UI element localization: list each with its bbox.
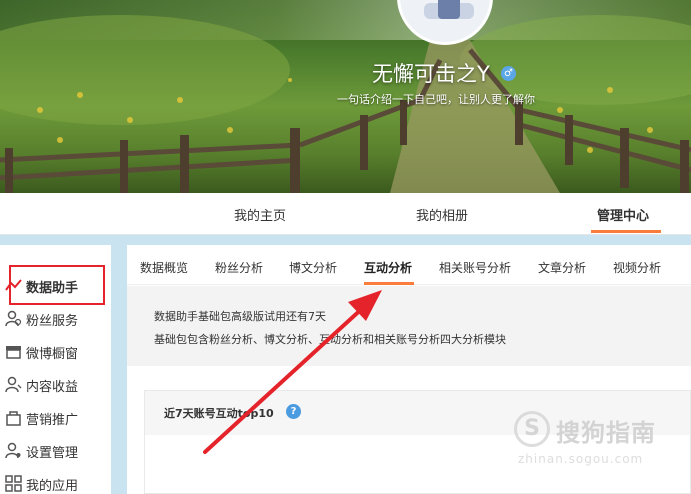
panel-title: 近7天账号互动top10 bbox=[164, 407, 274, 420]
watermark-text: 搜狗指南 bbox=[556, 419, 656, 447]
tab-data-overview[interactable]: 数据概览 bbox=[140, 259, 188, 276]
sidebar-item-weibo-window[interactable]: 微博橱窗 bbox=[5, 340, 111, 364]
analysis-tabs: 数据概览 粉丝分析 博文分析 互动分析 相关账号分析 文章分析 视频分析 bbox=[127, 245, 691, 285]
bag-icon bbox=[6, 411, 21, 426]
sidebar-item-label: 微博橱窗 bbox=[26, 347, 79, 362]
nav-my-homepage[interactable]: 我的主页 bbox=[234, 205, 286, 224]
user-service-icon bbox=[5, 310, 22, 327]
tab-video-analysis[interactable]: 视频分析 bbox=[613, 259, 661, 276]
nav-my-album[interactable]: 我的相册 bbox=[416, 205, 468, 224]
tab-fan-analysis[interactable]: 粉丝分析 bbox=[215, 259, 263, 276]
grid-icon bbox=[5, 475, 22, 492]
sogou-watermark: S 搜狗指南 zhinan.sogou.com bbox=[514, 408, 684, 468]
annotation-highlight-box bbox=[9, 265, 105, 305]
profile-intro[interactable]: 一句话介绍一下自己吧，让别人更了解你 bbox=[337, 91, 535, 107]
nav-active-indicator bbox=[591, 230, 661, 233]
sidebar-item-fan-service[interactable]: 粉丝服务 bbox=[5, 307, 111, 331]
user-settings-icon bbox=[5, 442, 21, 459]
tab-interaction-analysis[interactable]: 互动分析 bbox=[364, 259, 412, 276]
tab-post-analysis[interactable]: 博文分析 bbox=[289, 259, 337, 276]
tab-active-indicator bbox=[364, 282, 414, 285]
shop-window-icon bbox=[6, 346, 21, 359]
avatar-person bbox=[438, 0, 460, 19]
profile-banner: 无懈可击之Y ♂ 一句话介绍一下自己吧，让别人更了解你 bbox=[0, 0, 691, 193]
tab-related-account-analysis[interactable]: 相关账号分析 bbox=[439, 259, 511, 276]
sidebar-item-my-apps[interactable]: 我的应用 bbox=[5, 472, 111, 494]
watermark-logo-icon: S bbox=[514, 411, 550, 447]
user-earnings-icon bbox=[5, 376, 22, 393]
sidebar-item-settings[interactable]: 设置管理 bbox=[5, 439, 111, 463]
sidebar-item-content-earnings[interactable]: 内容收益 bbox=[5, 373, 111, 397]
watermark-url: zhinan.sogou.com bbox=[518, 452, 644, 466]
sidebar-item-label: 营销推广 bbox=[26, 413, 79, 428]
notice-line-2: 基础包包含粉丝分析、博文分析、互动分析和相关账号分析四大分析模块 bbox=[154, 333, 506, 346]
trial-notice: 数据助手基础包高级版试用还有7天 基础包包含粉丝分析、博文分析、互动分析和相关账… bbox=[127, 286, 691, 366]
sidebar-item-label: 粉丝服务 bbox=[26, 314, 79, 329]
sidebar-item-label: 设置管理 bbox=[26, 446, 79, 461]
male-icon: ♂ bbox=[501, 66, 516, 81]
notice-line-1: 数据助手基础包高级版试用还有7天 bbox=[154, 310, 326, 323]
sidebar-item-label: 我的应用 bbox=[26, 479, 79, 494]
question-icon[interactable]: ? bbox=[286, 404, 301, 419]
profile-name[interactable]: 无懈可击之Y bbox=[372, 58, 490, 88]
nav-management-center[interactable]: 管理中心 bbox=[597, 205, 649, 224]
top-nav: 我的主页 我的相册 管理中心 bbox=[0, 193, 691, 235]
sidebar-item-label: 内容收益 bbox=[26, 380, 79, 395]
tab-article-analysis[interactable]: 文章分析 bbox=[538, 259, 586, 276]
sidebar-item-marketing[interactable]: 营销推广 bbox=[5, 406, 111, 430]
